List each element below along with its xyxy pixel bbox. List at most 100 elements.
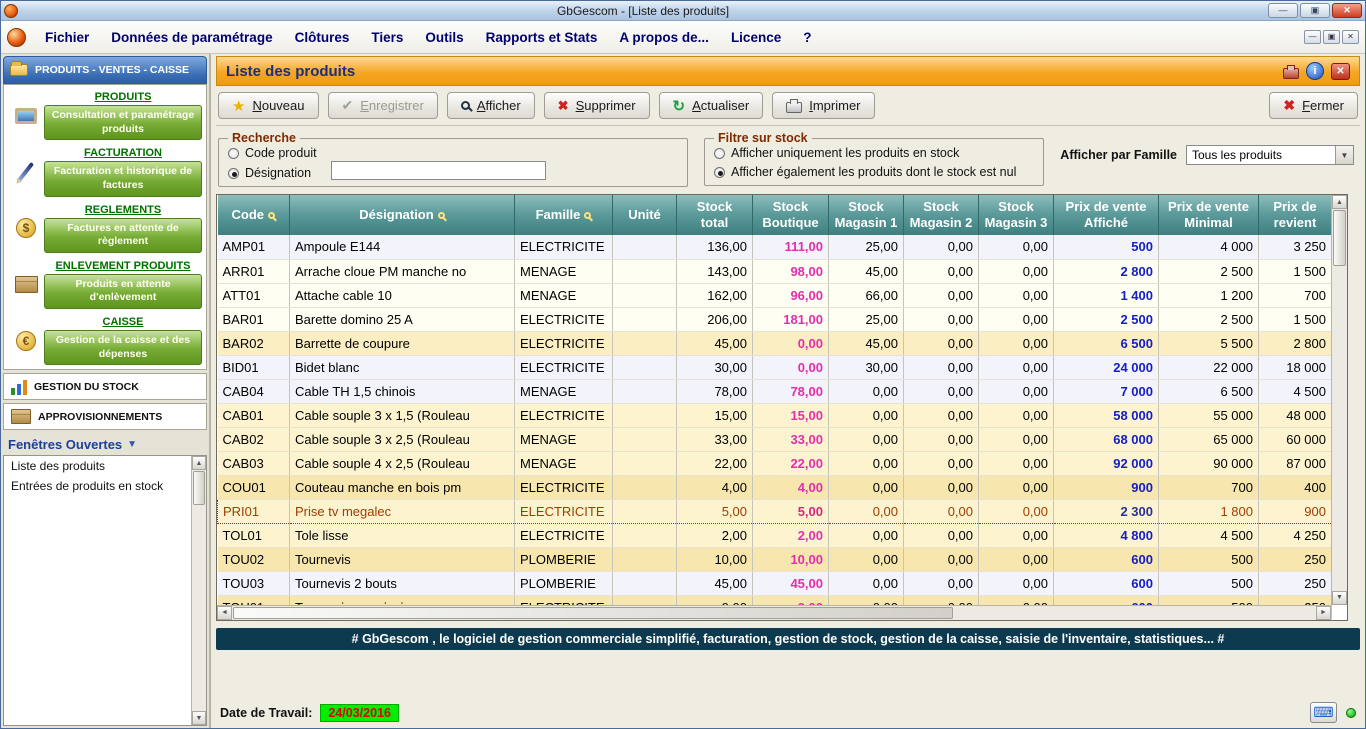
afficher-button[interactable]: Afficher: [447, 92, 535, 119]
menu-item-outils[interactable]: Outils: [414, 25, 474, 50]
menu-item-tiers[interactable]: Tiers: [360, 25, 414, 50]
mdi-restore-icon[interactable]: ▣: [1323, 30, 1340, 44]
button-label: Imprimer: [809, 98, 860, 113]
open-windows-scrollbar[interactable]: ▲ ▼: [191, 456, 206, 725]
supprimer-button[interactable]: ✖Supprimer: [544, 92, 650, 119]
scroll-thumb[interactable]: [1333, 210, 1346, 266]
actualiser-button[interactable]: ↻Actualiser: [659, 92, 764, 119]
column-header-unite[interactable]: Unité: [613, 195, 677, 235]
column-header-stock-total[interactable]: Stock total: [677, 195, 753, 235]
column-header-code[interactable]: Code: [218, 195, 290, 235]
code-produit-radio[interactable]: [228, 148, 239, 159]
scroll-up-icon[interactable]: ▲: [1332, 195, 1347, 209]
product-row-CAB01[interactable]: CAB01Cable souple 3 x 1,5 (RouleauELECTR…: [218, 403, 1332, 427]
close-icon[interactable]: ✕: [1332, 3, 1362, 18]
header-print-icon[interactable]: [1283, 64, 1299, 79]
header-close-icon[interactable]: ✕: [1331, 63, 1350, 80]
column-header-stock-boutique[interactable]: Stock Boutique: [753, 195, 829, 235]
minimize-icon[interactable]: —: [1268, 3, 1298, 18]
header-info-icon[interactable]: i: [1306, 62, 1324, 80]
scroll-up-icon[interactable]: ▲: [192, 456, 206, 470]
sidebar-button-produits[interactable]: Consultation et paramétrage produits: [44, 105, 202, 140]
column-header-prix-de-revient[interactable]: Prix de revient: [1259, 195, 1332, 235]
search-input[interactable]: [331, 161, 546, 180]
designation-radio[interactable]: [228, 168, 239, 179]
menu-item-licence[interactable]: Licence: [720, 25, 792, 50]
fermer-button[interactable]: ✖Fermer: [1269, 92, 1358, 119]
nouveau-button[interactable]: ★Nouveau: [218, 92, 319, 119]
column-header-stock-magasin-1[interactable]: Stock Magasin 1: [829, 195, 904, 235]
cell-prix_revient: 87 000: [1259, 451, 1332, 475]
menu-item-clotures[interactable]: Clôtures: [284, 25, 361, 50]
stock-all-label: Afficher également les produits dont le …: [731, 165, 1016, 179]
scroll-thumb[interactable]: [233, 607, 953, 619]
product-row-TOL01[interactable]: TOL01Tole lisseELECTRICITE2,002,000,000,…: [218, 523, 1332, 547]
keyboard-icon[interactable]: ⌨: [1310, 702, 1337, 723]
menu-item-donnees-de-parametrage[interactable]: Données de paramétrage: [100, 25, 283, 50]
open-window-entrees-de-produits-en-stock[interactable]: Entrées de produits en stock: [4, 476, 206, 496]
sidebar-header-label: PRODUITS - VENTES - CAISSE: [35, 64, 189, 76]
sidebar-button-caisse[interactable]: Gestion de la caisse et des dépenses: [44, 330, 202, 365]
product-row-CAB04[interactable]: CAB04Cable TH 1,5 chinoisMENAGE78,0078,0…: [218, 379, 1332, 403]
product-row-AMP01[interactable]: AMP01Ampoule E144ELECTRICITE136,00111,00…: [218, 235, 1332, 259]
scroll-right-icon[interactable]: ►: [1316, 606, 1331, 620]
sidebar-item-gestion-du-stock[interactable]: GESTION DU STOCK: [3, 373, 207, 400]
stock-all-option[interactable]: Afficher également les produits dont le …: [714, 165, 1034, 179]
table-vertical-scrollbar[interactable]: ▲ ▼: [1331, 195, 1347, 605]
cell-famille: ELECTRICITE: [515, 403, 613, 427]
scroll-left-icon[interactable]: ◄: [217, 606, 232, 620]
designation-option[interactable]: Désignation: [228, 166, 317, 180]
column-header-stock-magasin-3[interactable]: Stock Magasin 3: [979, 195, 1054, 235]
sidebar-button-reglements[interactable]: Factures en attente de règlement: [44, 218, 202, 253]
menu-item-fichier[interactable]: Fichier: [34, 25, 100, 50]
scroll-down-icon[interactable]: ▼: [192, 711, 206, 725]
restore-icon[interactable]: ▣: [1300, 3, 1330, 18]
cell-unite: [613, 355, 677, 379]
menu-item-rapports-et-stats[interactable]: Rapports et Stats: [475, 25, 609, 50]
mdi-close-icon[interactable]: ✕: [1342, 30, 1359, 44]
enregistrer-button[interactable]: ✔Enregistrer: [328, 92, 438, 119]
sidebar-button-enlevement-produits[interactable]: Produits en attente d'enlèvement: [44, 274, 202, 309]
product-row-PRI01[interactable]: PRI01Prise tv megalecELECTRICITE5,005,00…: [218, 499, 1332, 523]
stock-all-radio[interactable]: [714, 167, 725, 178]
cell-unite: [613, 451, 677, 475]
column-header-stock-magasin-2[interactable]: Stock Magasin 2: [904, 195, 979, 235]
open-windows-header[interactable]: Fenêtres Ouvertes ▼: [1, 430, 209, 455]
product-row-ATT01[interactable]: ATT01Attache cable 10MENAGE162,0096,0066…: [218, 283, 1332, 307]
product-row-ARR01[interactable]: ARR01Arrache cloue PM manche noMENAGE143…: [218, 259, 1332, 283]
cell-stock_boutique: 10,00: [753, 547, 829, 571]
mdi-minimize-icon[interactable]: —: [1304, 30, 1321, 44]
sidebar-item-approvisionnements[interactable]: APPROVISIONNEMENTS: [3, 403, 207, 430]
cell-designation: Cable TH 1,5 chinois: [290, 379, 515, 403]
table-horizontal-scrollbar[interactable]: ◄ ►: [217, 605, 1331, 620]
column-header-prix-de-vente-minimal[interactable]: Prix de vente Minimal: [1159, 195, 1259, 235]
cell-unite: [613, 547, 677, 571]
product-row-CAB02[interactable]: CAB02Cable souple 3 x 2,5 (RouleauMENAGE…: [218, 427, 1332, 451]
imprimer-button[interactable]: Imprimer: [772, 92, 874, 119]
product-row-BAR01[interactable]: BAR01Barette domino 25 AELECTRICITE206,0…: [218, 307, 1332, 331]
stock-only-radio[interactable]: [714, 148, 725, 159]
stock-filter-legend: Filtre sur stock: [714, 131, 812, 145]
column-header-designation[interactable]: Désignation: [290, 195, 515, 235]
product-row-TOU03[interactable]: TOU03Tournevis 2 boutsPLOMBERIE45,0045,0…: [218, 571, 1332, 595]
product-row-TOU02[interactable]: TOU02TournevisPLOMBERIE10,0010,000,000,0…: [218, 547, 1332, 571]
menu-item-item[interactable]: ?: [792, 25, 822, 50]
menu-item-a-propos-de[interactable]: A propos de...: [608, 25, 720, 50]
open-window-liste-des-produits[interactable]: Liste des produits: [4, 456, 206, 476]
chevron-down-icon[interactable]: ▼: [1335, 146, 1353, 164]
cell-famille: ELECTRICITE: [515, 523, 613, 547]
scroll-thumb[interactable]: [193, 471, 205, 505]
sidebar-button-facturation[interactable]: Facturation et historique de factures: [44, 161, 202, 196]
button-label: Afficher: [477, 98, 521, 113]
product-row-COU01[interactable]: COU01Couteau manche en bois pmELECTRICIT…: [218, 475, 1332, 499]
product-row-CAB03[interactable]: CAB03Cable souple 4 x 2,5 (RouleauMENAGE…: [218, 451, 1332, 475]
product-row-BAR02[interactable]: BAR02Barrette de coupureELECTRICITE45,00…: [218, 331, 1332, 355]
scroll-down-icon[interactable]: ▼: [1332, 591, 1347, 605]
column-header-prix-de-vente-affiche[interactable]: Prix de vente Affiché: [1054, 195, 1159, 235]
product-row-BID01[interactable]: BID01Bidet blancELECTRICITE30,000,0030,0…: [218, 355, 1332, 379]
stock-only-option[interactable]: Afficher uniquement les produits en stoc…: [714, 146, 1034, 160]
cell-prix_minimal: 90 000: [1159, 451, 1259, 475]
code-produit-option[interactable]: Code produit: [228, 146, 317, 160]
column-header-famille[interactable]: Famille: [515, 195, 613, 235]
family-select[interactable]: Tous les produits ▼: [1186, 145, 1354, 165]
